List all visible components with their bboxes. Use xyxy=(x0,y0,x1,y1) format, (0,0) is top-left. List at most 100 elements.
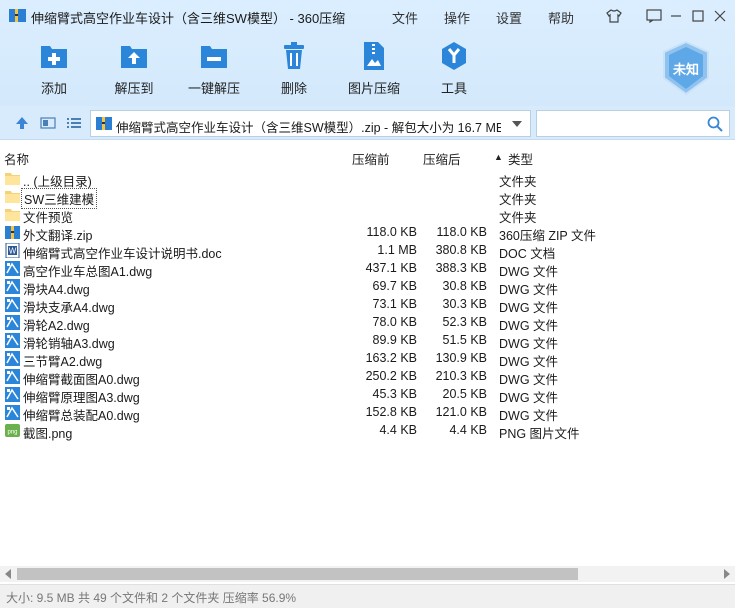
dwg-icon xyxy=(5,405,20,420)
doc-icon: W xyxy=(5,242,20,259)
maximize-icon xyxy=(692,10,704,22)
status-text: 大小: 9.5 MB 共 49 个文件和 2 个文件夹 压缩率 56.9% xyxy=(6,591,297,605)
image-compress-icon xyxy=(364,42,384,70)
header-area: 伸缩臂式高空作业车设计（含三维SW模型） - 360压缩 文件 操作 设置 帮助 xyxy=(0,0,735,106)
delete-label: 删除 xyxy=(280,81,307,96)
add-label: 添加 xyxy=(40,81,67,96)
scrollbar-thumb[interactable] xyxy=(17,568,578,580)
title-bar: 伸缩臂式高空作业车设计（含三维SW模型） - 360压缩 文件 操作 设置 帮助 xyxy=(0,0,735,32)
close-button[interactable] xyxy=(710,6,730,26)
badge-label: 未知 xyxy=(672,62,699,77)
image-compress-button[interactable]: 图片压缩 xyxy=(342,40,406,100)
file-type: PNG 图片文件 xyxy=(499,427,580,441)
menu-help[interactable]: 帮助 xyxy=(548,8,574,27)
file-packed-size: 1.1 MB xyxy=(377,243,417,257)
file-row[interactable]: 伸缩臂总装配A0.dwg 152.8 KB 121.0 KB DWG 文件 xyxy=(0,404,735,423)
file-original-size: 52.3 KB xyxy=(442,315,487,329)
scroll-right-icon[interactable] xyxy=(723,569,731,579)
dwg-icon xyxy=(5,333,20,348)
search-input[interactable] xyxy=(536,110,730,137)
svg-text:png: png xyxy=(7,430,17,436)
file-original-size: 118.0 KB xyxy=(436,225,487,239)
file-packed-size: 118.0 KB xyxy=(366,225,417,239)
menu-settings[interactable]: 设置 xyxy=(496,8,522,27)
file-packed-size: 4.4 KB xyxy=(379,423,417,437)
minimize-icon xyxy=(671,15,681,17)
file-row[interactable]: 滑轮A2.dwg 78.0 KB 52.3 KB DWG 文件 xyxy=(0,314,735,333)
file-row[interactable]: SW三维建模 文件夹 xyxy=(0,188,735,209)
file-original-size: 4.4 KB xyxy=(449,423,487,437)
chevron-down-icon[interactable] xyxy=(511,120,523,128)
address-row: 伸缩臂式高空作业车设计（含三维SW模型）.zip - 解包大小为 16.7 MB xyxy=(0,106,735,140)
window-title: 伸缩臂式高空作业车设计（含三维SW模型） - 360压缩 xyxy=(31,11,346,26)
dwg-icon xyxy=(5,315,20,330)
file-row[interactable]: 伸缩臂原理图A3.dwg 45.3 KB 20.5 KB DWG 文件 xyxy=(0,386,735,405)
file-row[interactable]: .. (上级目录) 文件夹 xyxy=(0,170,735,189)
dwg-icon xyxy=(5,297,20,312)
file-original-size: 388.3 KB xyxy=(435,261,487,275)
file-list-header: 名称 压缩前 压缩后 ▲ 类型 xyxy=(0,146,735,168)
file-packed-size: 163.2 KB xyxy=(365,351,417,365)
detail-view-icon[interactable] xyxy=(40,115,56,131)
file-original-size: 121.0 KB xyxy=(435,405,487,419)
skin-button[interactable] xyxy=(604,6,624,26)
list-view-icon[interactable] xyxy=(66,115,82,131)
minimize-button[interactable] xyxy=(666,6,686,26)
tools-icon xyxy=(442,42,466,70)
delete-icon xyxy=(284,42,304,69)
file-original-size: 30.3 KB xyxy=(442,297,487,311)
column-original-size[interactable]: 压缩后 xyxy=(423,149,461,168)
search-icon[interactable] xyxy=(707,116,723,132)
extract-to-label: 解压到 xyxy=(114,81,154,96)
address-path: 伸缩臂式高空作业车设计（含三维SW模型）.zip - 解包大小为 16.7 MB xyxy=(116,121,501,135)
one-click-extract-label: 一键解压 xyxy=(187,81,240,96)
file-row[interactable]: 文件预览 文件夹 xyxy=(0,206,735,225)
dwg-icon xyxy=(5,369,20,384)
feedback-button[interactable] xyxy=(644,6,664,26)
file-row[interactable]: 滑块支承A4.dwg 73.1 KB 30.3 KB DWG 文件 xyxy=(0,296,735,315)
horizontal-scrollbar[interactable] xyxy=(0,566,735,582)
file-row[interactable]: png 截图.png 4.4 KB 4.4 KB PNG 图片文件 xyxy=(0,422,735,441)
address-bar[interactable]: 伸缩臂式高空作业车设计（含三维SW模型）.zip - 解包大小为 16.7 MB xyxy=(90,110,531,137)
menu-operate[interactable]: 操作 xyxy=(444,8,470,27)
file-packed-size: 69.7 KB xyxy=(372,279,417,293)
file-name: 截图.png xyxy=(23,427,73,441)
file-row[interactable]: W 伸缩臂式高空作业车设计说明书.doc 1.1 MB 380.8 KB DOC 文档 xyxy=(0,242,735,261)
column-name[interactable]: 名称 xyxy=(4,149,29,168)
message-icon xyxy=(646,9,662,23)
file-packed-size: 437.1 KB xyxy=(365,261,417,275)
file-row[interactable]: 滑轮销轴A3.dwg 89.9 KB 51.5 KB DWG 文件 xyxy=(0,332,735,351)
file-packed-size: 152.8 KB xyxy=(365,405,417,419)
up-arrow-icon[interactable] xyxy=(14,115,30,131)
one-click-extract-button[interactable]: 一键解压 xyxy=(182,40,246,100)
file-row[interactable]: 三节臂A2.dwg 163.2 KB 130.9 KB DWG 文件 xyxy=(0,350,735,369)
tools-button[interactable]: 工具 xyxy=(422,40,486,100)
dwg-icon xyxy=(5,387,20,402)
maximize-button[interactable] xyxy=(688,6,708,26)
folder-icon xyxy=(5,207,20,222)
file-row[interactable]: 伸缩臂截面图A0.dwg 250.2 KB 210.3 KB DWG 文件 xyxy=(0,368,735,387)
add-icon xyxy=(41,46,67,68)
image-compress-label: 图片压缩 xyxy=(347,81,400,96)
menu-file[interactable]: 文件 xyxy=(392,8,418,27)
app-icon xyxy=(9,9,26,22)
column-type[interactable]: 类型 xyxy=(508,149,533,168)
png-icon: png xyxy=(5,423,20,438)
column-packed-size[interactable]: 压缩前 xyxy=(352,149,390,168)
file-row[interactable]: 滑块A4.dwg 69.7 KB 30.8 KB DWG 文件 xyxy=(0,278,735,297)
sort-arrow-icon: ▲ xyxy=(494,152,503,162)
file-original-size: 210.3 KB xyxy=(435,369,487,383)
shirt-icon xyxy=(606,9,622,23)
file-row[interactable]: 外文翻译.zip 118.0 KB 118.0 KB 360压缩 ZIP 文件 xyxy=(0,224,735,243)
add-button[interactable]: 添加 xyxy=(22,40,86,100)
delete-button[interactable]: 删除 xyxy=(262,40,326,100)
file-row[interactable]: 高空作业车总图A1.dwg 437.1 KB 388.3 KB DWG 文件 xyxy=(0,260,735,279)
scroll-left-icon[interactable] xyxy=(4,569,12,579)
extract-to-button[interactable]: 解压到 xyxy=(102,40,166,100)
file-packed-size: 78.0 KB xyxy=(372,315,417,329)
dwg-icon xyxy=(5,279,20,294)
file-original-size: 380.8 KB xyxy=(435,243,487,257)
dwg-icon xyxy=(5,351,20,366)
security-badge[interactable]: 未知 xyxy=(660,40,712,96)
svg-text:W: W xyxy=(9,247,17,256)
